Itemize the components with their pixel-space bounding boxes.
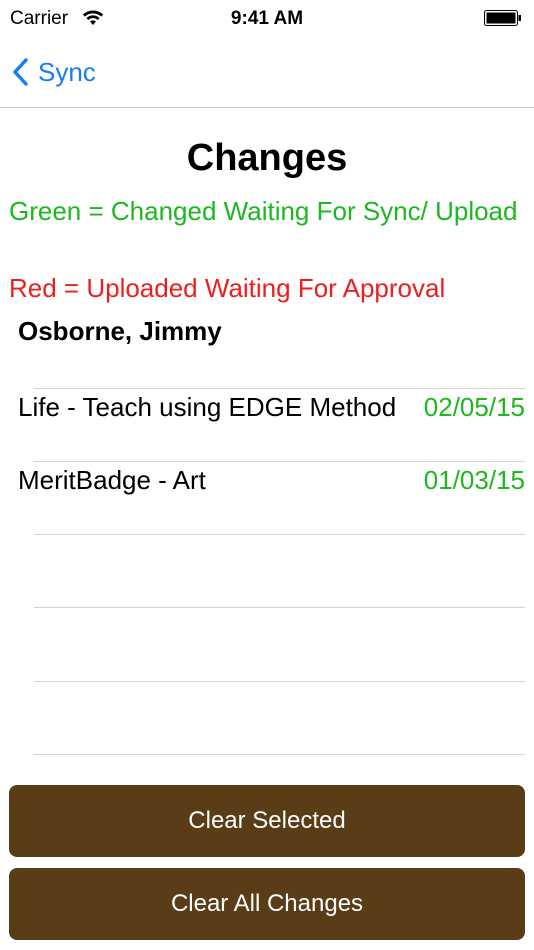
clear-selected-button[interactable]: Clear Selected — [9, 785, 525, 857]
row-divider — [34, 754, 525, 755]
list-item-empty[interactable] — [18, 610, 525, 680]
list-item-date: 01/03/15 — [423, 465, 525, 495]
clear-all-changes-button[interactable]: Clear All Changes — [9, 868, 525, 940]
clock: 9:41 AM — [230, 8, 304, 29]
navigation-bar: Sync — [0, 38, 534, 108]
back-button[interactable]: Sync — [12, 54, 96, 90]
list-item-empty[interactable] — [18, 684, 525, 754]
row-divider — [34, 534, 525, 535]
scout-name: Osborne, Jimmy — [18, 316, 222, 346]
list-item-empty[interactable] — [18, 537, 525, 607]
row-divider — [34, 607, 525, 608]
list-item-label: MeritBadge - Art — [18, 465, 206, 495]
row-divider — [34, 388, 525, 389]
list-item-date: 02/05/15 — [423, 392, 525, 422]
row-divider — [34, 461, 525, 462]
legend-red: Red = Uploaded Waiting For Approval — [9, 273, 446, 303]
row-divider — [34, 681, 525, 682]
legend-green: Green = Changed Waiting For Sync/ Upload — [9, 196, 518, 226]
status-bar: Carrier 9:41 AM — [0, 0, 534, 38]
chevron-left-icon — [13, 58, 28, 86]
list-item-label: Life - Teach using EDGE Method — [18, 392, 397, 422]
list-item[interactable]: MeritBadge - Art 01/03/15 — [18, 464, 525, 534]
back-button-label: Sync — [38, 56, 96, 87]
page-title: Changes — [186, 137, 348, 179]
list-item[interactable]: Life - Teach using EDGE Method 02/05/15 — [18, 391, 525, 461]
battery-icon — [484, 10, 521, 26]
